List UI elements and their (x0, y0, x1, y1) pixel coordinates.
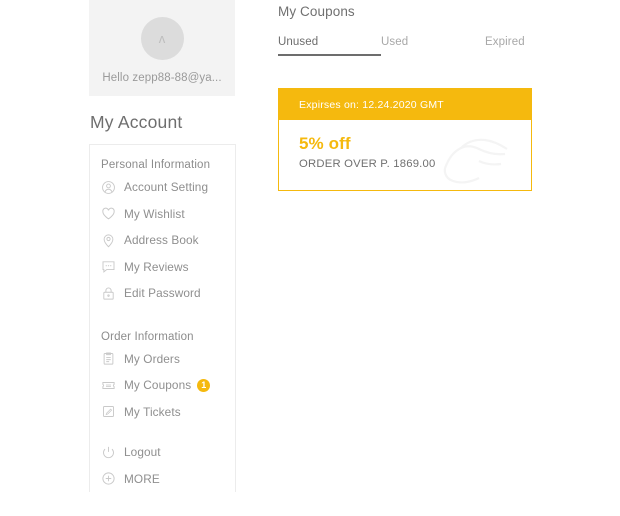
note-pencil-icon (101, 404, 116, 419)
avatar[interactable]: ʌ (140, 17, 184, 60)
profile-card: ʌ Hello zepp88-88@ya... (89, 0, 235, 96)
sidebar-item-label: Account Setting (124, 180, 209, 195)
coupon-card[interactable]: Expirses on: 12.24.2020 GMT 5% off ORDER… (278, 88, 532, 191)
sidebar-item-label: Edit Password (124, 286, 201, 301)
power-icon (101, 445, 116, 460)
page-title: My Account (90, 112, 183, 132)
sidebar-item-label: Address Book (124, 233, 199, 248)
sidebar-item-label: MORE (124, 471, 160, 486)
coupon-card-body: 5% off ORDER OVER P. 1869.00 (279, 120, 531, 190)
sidebar-item-my-orders[interactable]: My Orders (90, 346, 235, 373)
sidebar-item-edit-password[interactable]: Edit Password (90, 280, 235, 307)
profile-greeting: Hello zepp88-88@ya... (102, 72, 222, 84)
coupons-panel: My Coupons Unused Used Expired Expirses … (278, 0, 558, 191)
sidebar-item-label: My Tickets (124, 404, 181, 419)
user-circle-icon (101, 180, 116, 195)
sidebar-item-my-wishlist[interactable]: My Wishlist (90, 201, 235, 228)
sidebar-item-label: My Reviews (124, 259, 189, 274)
coupon-condition-text: ORDER OVER P. 1869.00 (299, 158, 436, 170)
sidebar-item-label: Logout (124, 445, 161, 460)
sidebar-item-label: My Wishlist (124, 206, 185, 221)
sidebar-item-account-setting[interactable]: Account Setting (90, 174, 235, 201)
clipboard-icon (101, 351, 116, 366)
nav-section-personal-information: Personal Information (101, 159, 211, 171)
sidebar-item-my-reviews[interactable]: My Reviews (90, 254, 235, 281)
sidebar-item-more[interactable]: MORE (90, 466, 235, 493)
location-pin-icon (101, 233, 116, 248)
tab-expired[interactable]: Expired (485, 36, 525, 56)
speech-bubble-icon (101, 259, 116, 274)
avatar-placeholder-icon: ʌ (158, 31, 166, 46)
sidebar-item-label: My Coupons (124, 378, 192, 393)
coupon-discount-text: 5% off (299, 134, 351, 153)
coupon-tabs: Unused Used Expired (278, 36, 558, 56)
sidebar-item-label: My Orders (124, 351, 180, 366)
plus-circle-icon (101, 471, 116, 486)
tab-unused[interactable]: Unused (278, 36, 381, 56)
tab-used[interactable]: Used (381, 36, 485, 56)
coupon-expiry-text: Expirses on: 12.24.2020 GMT (299, 98, 444, 111)
sidebar-item-address-book[interactable]: Address Book (90, 227, 235, 254)
sidebar-item-my-coupons[interactable]: My Coupons 1 (90, 372, 235, 399)
account-sidebar: ʌ Hello zepp88-88@ya... My Account Perso… (89, 0, 237, 492)
status-badge: 1 (197, 378, 211, 392)
account-nav-panel: Personal Information Account Setting My … (89, 144, 236, 492)
heart-icon (101, 206, 116, 221)
sidebar-item-my-tickets[interactable]: My Tickets (90, 399, 235, 426)
nav-section-order-information: Order Information (101, 330, 194, 343)
coupon-card-header: Expirses on: 12.24.2020 GMT (279, 89, 531, 120)
panel-title: My Coupons (278, 4, 355, 19)
ticket-icon (101, 378, 116, 393)
sidebar-item-logout[interactable]: Logout (90, 439, 235, 466)
lock-icon (101, 286, 116, 301)
